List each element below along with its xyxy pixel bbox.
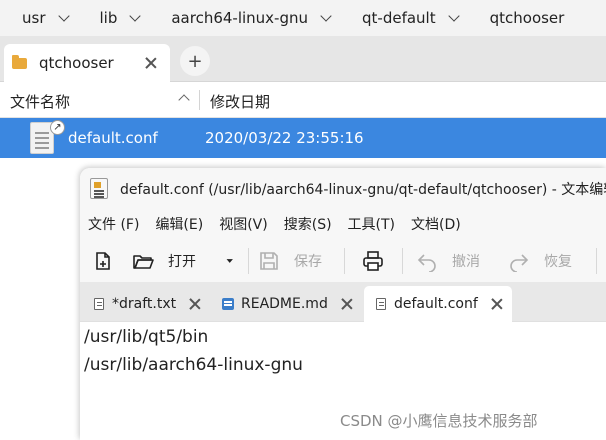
tab-readme[interactable]: README.md [222, 286, 353, 322]
chevron-down-icon[interactable] [320, 9, 332, 22]
chevron-down-icon[interactable] [129, 9, 142, 22]
breadcrumb-item-qtchooser[interactable]: qtchooser [468, 0, 575, 36]
menu-document[interactable]: 文档(D) [411, 214, 461, 234]
tab-default-conf[interactable]: default.conf [364, 286, 512, 322]
file-manager-tab[interactable]: qtchooser [4, 44, 170, 82]
file-modified-date: 2020/03/22 23:55:16 [205, 129, 364, 147]
text-editor-window: default.conf (/usr/lib/aarch64-linux-gnu… [80, 168, 606, 440]
print-button[interactable] [362, 249, 384, 273]
tab-label: README.md [241, 296, 328, 312]
chevron-down-icon[interactable] [447, 9, 460, 22]
toolbar-divider [248, 248, 249, 274]
column-header: 文件名称 修改日期 [0, 82, 606, 118]
menu-view[interactable]: 视图(V) [219, 214, 268, 234]
breadcrumb-label: aarch64-linux-gnu [171, 9, 309, 27]
breadcrumb-item-aarch64[interactable]: aarch64-linux-gnu [149, 0, 340, 36]
new-tab-button[interactable]: + [180, 46, 210, 76]
tab-label: default.conf [394, 296, 478, 312]
menu-tools[interactable]: 工具(T) [348, 214, 395, 234]
toolbar: 打开 保存 撤消 恢复 [80, 240, 606, 282]
undo-icon [417, 254, 436, 272]
save-label: 保存 [294, 254, 322, 270]
menu-file[interactable]: 文件 (F) [88, 214, 139, 234]
column-divider[interactable] [199, 90, 200, 110]
save-button[interactable]: 保存 [258, 249, 322, 273]
caret-down-icon [226, 259, 233, 263]
chevron-down-icon[interactable] [57, 9, 70, 22]
open-button[interactable]: 打开 [132, 249, 196, 273]
breadcrumb-label: lib [99, 9, 118, 27]
editor-tab-bar: *draft.txt README.md default.conf [80, 282, 606, 322]
markdown-file-icon [222, 298, 234, 310]
folder-open-icon [133, 255, 154, 269]
save-icon [260, 252, 278, 270]
toolbar-divider [402, 248, 403, 274]
breadcrumb-item-usr[interactable]: usr [0, 0, 78, 36]
watermark: CSDN @小鹰信息技术服务部 [340, 412, 538, 430]
open-recent-dropdown[interactable] [224, 249, 238, 273]
close-icon[interactable] [341, 298, 353, 310]
text-line: /usr/lib/aarch64-linux-gnu [84, 355, 303, 375]
text-line: /usr/lib/qt5/bin [84, 327, 209, 347]
close-icon[interactable] [189, 298, 201, 310]
plus-icon: + [187, 50, 203, 72]
tab-label: *draft.txt [112, 296, 177, 312]
window-title: default.conf (/usr/lib/aarch64-linux-gnu… [120, 182, 606, 198]
open-label: 打开 [168, 254, 196, 270]
sort-ascending-icon[interactable] [178, 94, 190, 106]
redo-icon [510, 254, 529, 272]
column-header-name[interactable]: 文件名称 [10, 91, 70, 112]
new-document-button[interactable] [92, 249, 114, 273]
undo-label: 撤消 [452, 254, 480, 270]
menu-search[interactable]: 搜索(S) [284, 214, 332, 234]
redo-button[interactable]: 恢复 [508, 249, 572, 273]
menu-bar: 文件 (F) 编辑(E) 视图(V) 搜索(S) 工具(T) 文档(D) [80, 208, 606, 240]
column-header-modified[interactable]: 修改日期 [210, 91, 270, 112]
menu-edit[interactable]: 编辑(E) [155, 214, 203, 234]
text-file-icon [94, 298, 104, 310]
breadcrumb: usr lib aarch64-linux-gnu qt-default qtc… [0, 0, 606, 36]
text-file-icon [376, 298, 386, 310]
close-icon[interactable] [145, 57, 157, 69]
breadcrumb-item-qt-default[interactable]: qt-default [340, 0, 468, 36]
breadcrumb-label: qtchooser [489, 9, 565, 27]
breadcrumb-label: qt-default [362, 9, 436, 27]
print-icon [363, 251, 383, 271]
file-name: default.conf [68, 129, 158, 147]
breadcrumb-label: usr [22, 9, 46, 27]
folder-icon [12, 54, 27, 69]
symlink-arrow-icon: ↗ [50, 120, 65, 135]
new-document-icon [96, 252, 110, 270]
toolbar-divider [344, 248, 345, 274]
file-manager-tab-bar: qtchooser [0, 36, 606, 82]
tab-draft[interactable]: *draft.txt [94, 286, 201, 322]
tab-label: qtchooser [39, 54, 114, 72]
editor-title-bar[interactable]: default.conf (/usr/lib/aarch64-linux-gnu… [80, 168, 606, 208]
text-editor-app-icon [90, 178, 108, 199]
table-row[interactable]: ↗ default.conf 2020/03/22 23:55:16 [0, 118, 606, 158]
close-icon[interactable] [491, 298, 503, 310]
redo-label: 恢复 [544, 254, 572, 270]
toolbar-divider [596, 248, 597, 274]
breadcrumb-item-lib[interactable]: lib [78, 0, 150, 36]
undo-button[interactable]: 撤消 [416, 249, 480, 273]
